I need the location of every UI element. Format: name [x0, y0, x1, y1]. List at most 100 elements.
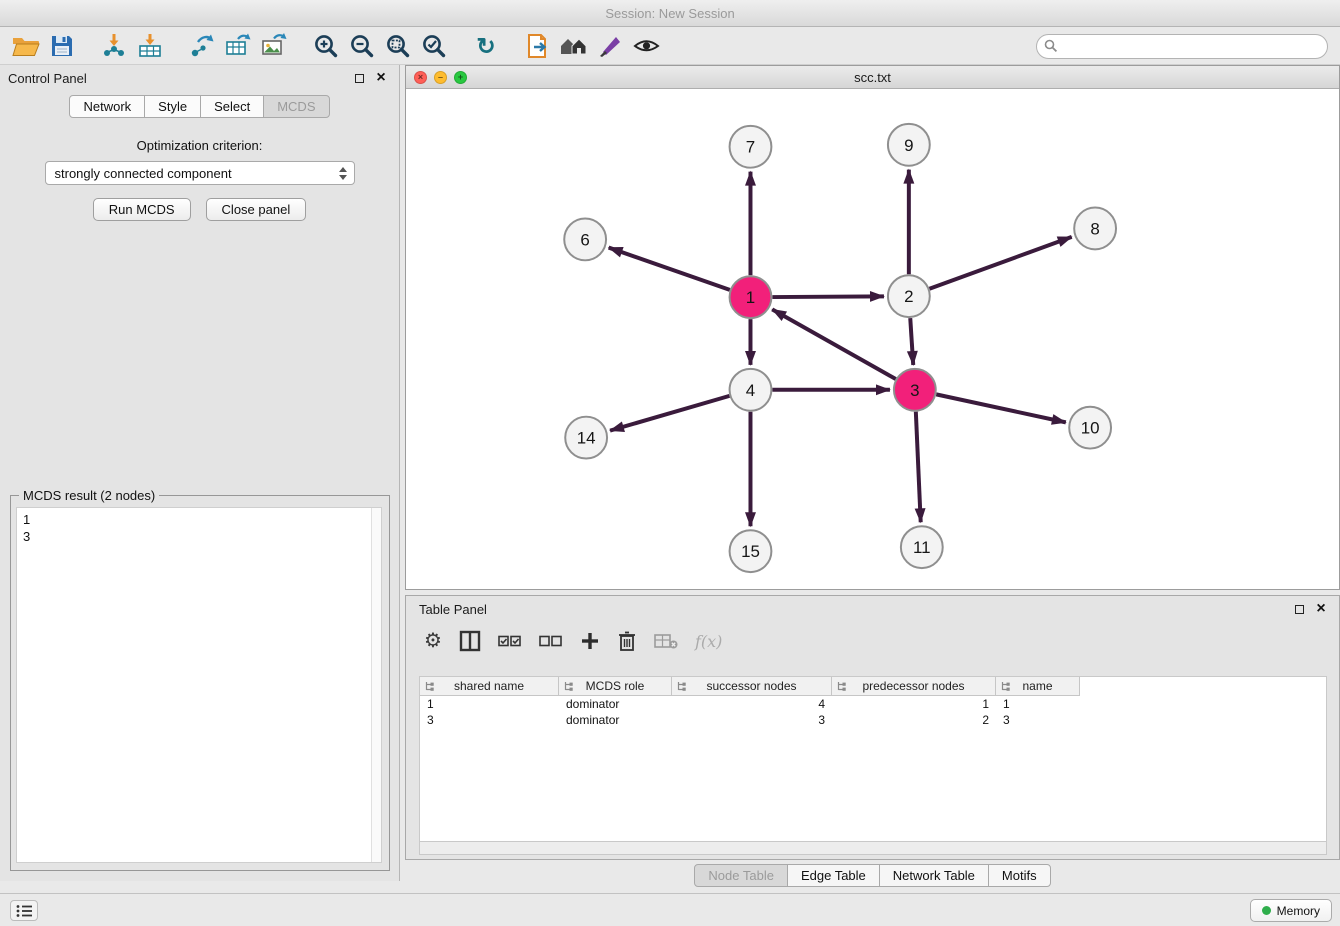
cell-mcds-role[interactable]: dominator — [559, 712, 672, 728]
list-icon — [16, 904, 33, 918]
table-tab-node-table[interactable]: Node Table — [694, 864, 788, 887]
tab-style[interactable]: Style — [144, 95, 201, 118]
svg-text:10: 10 — [1081, 419, 1100, 438]
maximize-window-icon[interactable]: + — [454, 71, 467, 84]
network-window-titlebar[interactable]: × – + scc.txt — [406, 66, 1339, 89]
table-horizontal-scrollbar[interactable] — [419, 841, 1327, 855]
node-8[interactable]: 8 — [1074, 208, 1116, 250]
home-icon[interactable] — [556, 30, 592, 62]
node-14[interactable]: 14 — [565, 417, 607, 459]
node-11[interactable]: 11 — [901, 526, 943, 568]
close-table-panel-icon[interactable]: × — [1313, 601, 1329, 617]
svg-text:6: 6 — [580, 230, 589, 249]
tab-select[interactable]: Select — [200, 95, 264, 118]
table-tab-edge-table[interactable]: Edge Table — [787, 864, 880, 887]
table-toolbar: ⚙ — [406, 622, 1339, 660]
cell-shared-name[interactable]: 3 — [420, 712, 559, 728]
gear-icon[interactable]: ⚙ — [424, 631, 442, 651]
table-row[interactable]: 3dominator323 — [420, 712, 1326, 728]
cell-predecessor-nodes[interactable]: 1 — [832, 696, 996, 712]
function-builder-icon[interactable]: f(x) — [695, 632, 722, 651]
svg-text:4: 4 — [746, 381, 755, 400]
zoom-fit-icon[interactable] — [380, 30, 416, 62]
edge-4-14[interactable] — [610, 396, 729, 431]
svg-text:9: 9 — [904, 136, 913, 155]
node-7[interactable]: 7 — [730, 126, 772, 168]
panel-menu-button[interactable] — [10, 900, 38, 921]
add-row-icon[interactable] — [580, 631, 600, 651]
edge-3-1[interactable] — [772, 309, 896, 379]
node-4[interactable]: 4 — [730, 369, 772, 411]
select-all-icon[interactable] — [498, 634, 522, 648]
close-panel-button[interactable]: Close panel — [206, 198, 307, 221]
save-session-icon[interactable] — [44, 30, 80, 62]
open-report-icon[interactable] — [520, 30, 556, 62]
style-icon[interactable] — [592, 30, 628, 62]
delete-table-icon[interactable] — [654, 632, 678, 650]
edge-2-3[interactable] — [910, 318, 913, 365]
column-selector-icon[interactable] — [459, 630, 481, 652]
node-6[interactable]: 6 — [564, 218, 606, 260]
tab-mcds[interactable]: MCDS — [263, 95, 329, 118]
column-header-mcds-role[interactable]: MCDS role — [559, 677, 672, 696]
result-scrollbar[interactable] — [371, 508, 381, 862]
node-3[interactable]: 3 — [894, 369, 936, 411]
close-panel-icon[interactable]: × — [373, 70, 389, 86]
deselect-all-icon[interactable] — [539, 634, 563, 648]
delete-row-icon[interactable] — [617, 630, 637, 652]
cell-successor-nodes[interactable]: 4 — [672, 696, 832, 712]
search-input[interactable] — [1036, 34, 1328, 59]
optimization-criterion-select[interactable]: strongly connected component — [45, 161, 355, 185]
node-2[interactable]: 2 — [888, 275, 930, 317]
cell-predecessor-nodes[interactable]: 2 — [832, 712, 996, 728]
cell-name[interactable]: 1 — [996, 696, 1080, 712]
zoom-in-icon[interactable] — [308, 30, 344, 62]
edge-2-8[interactable] — [929, 237, 1071, 289]
sort-tree-icon — [836, 681, 847, 692]
node-10[interactable]: 10 — [1069, 407, 1111, 449]
node-9[interactable]: 9 — [888, 124, 930, 166]
node-table: shared nameMCDS rolesuccessor nodesprede… — [419, 676, 1327, 841]
edge-3-11[interactable] — [916, 412, 921, 523]
column-header-predecessor-nodes[interactable]: predecessor nodes — [832, 677, 996, 696]
export-image-icon[interactable] — [256, 30, 292, 62]
network-canvas[interactable]: 7 9 6 8 1 2 4 3 14 10 15 11 — [406, 89, 1339, 589]
node-15[interactable]: 15 — [730, 530, 772, 572]
zoom-selected-icon[interactable] — [416, 30, 452, 62]
status-bar: Memory — [0, 893, 1340, 926]
edge-1-2[interactable] — [772, 296, 884, 297]
cell-name[interactable]: 3 — [996, 712, 1080, 728]
tab-network[interactable]: Network — [69, 95, 145, 118]
export-network-icon[interactable] — [184, 30, 220, 62]
cell-shared-name[interactable]: 1 — [420, 696, 559, 712]
table-tab-network-table[interactable]: Network Table — [879, 864, 989, 887]
export-table-icon[interactable] — [220, 30, 256, 62]
column-header-successor-nodes[interactable]: successor nodes — [672, 677, 832, 696]
run-mcds-button[interactable]: Run MCDS — [93, 198, 191, 221]
sort-tree-icon — [1000, 681, 1011, 692]
close-window-icon[interactable]: × — [414, 71, 427, 84]
main-toolbar: ↻ — [0, 28, 1340, 65]
network-window-title: scc.txt — [854, 70, 891, 85]
open-session-icon[interactable] — [8, 30, 44, 62]
cell-mcds-role[interactable]: dominator — [559, 696, 672, 712]
node-1[interactable]: 1 — [730, 276, 772, 318]
column-header-name[interactable]: name — [996, 677, 1080, 696]
svg-text:1: 1 — [746, 288, 755, 307]
table-row[interactable]: 1dominator411 — [420, 696, 1326, 712]
memory-button[interactable]: Memory — [1250, 899, 1332, 922]
edge-1-6[interactable] — [609, 248, 730, 290]
import-network-icon[interactable] — [96, 30, 132, 62]
mcds-result-list: 13 — [17, 508, 371, 862]
float-panel-icon[interactable] — [351, 70, 367, 86]
refresh-view-icon[interactable]: ↻ — [468, 30, 504, 62]
zoom-out-icon[interactable] — [344, 30, 380, 62]
minimize-window-icon[interactable]: – — [434, 71, 447, 84]
edge-3-10[interactable] — [936, 394, 1066, 422]
table-tab-motifs[interactable]: Motifs — [988, 864, 1051, 887]
column-header-shared-name[interactable]: shared name — [420, 677, 559, 696]
show-hide-icon[interactable] — [628, 30, 664, 62]
import-table-icon[interactable] — [132, 30, 168, 62]
float-table-panel-icon[interactable] — [1291, 601, 1307, 617]
cell-successor-nodes[interactable]: 3 — [672, 712, 832, 728]
